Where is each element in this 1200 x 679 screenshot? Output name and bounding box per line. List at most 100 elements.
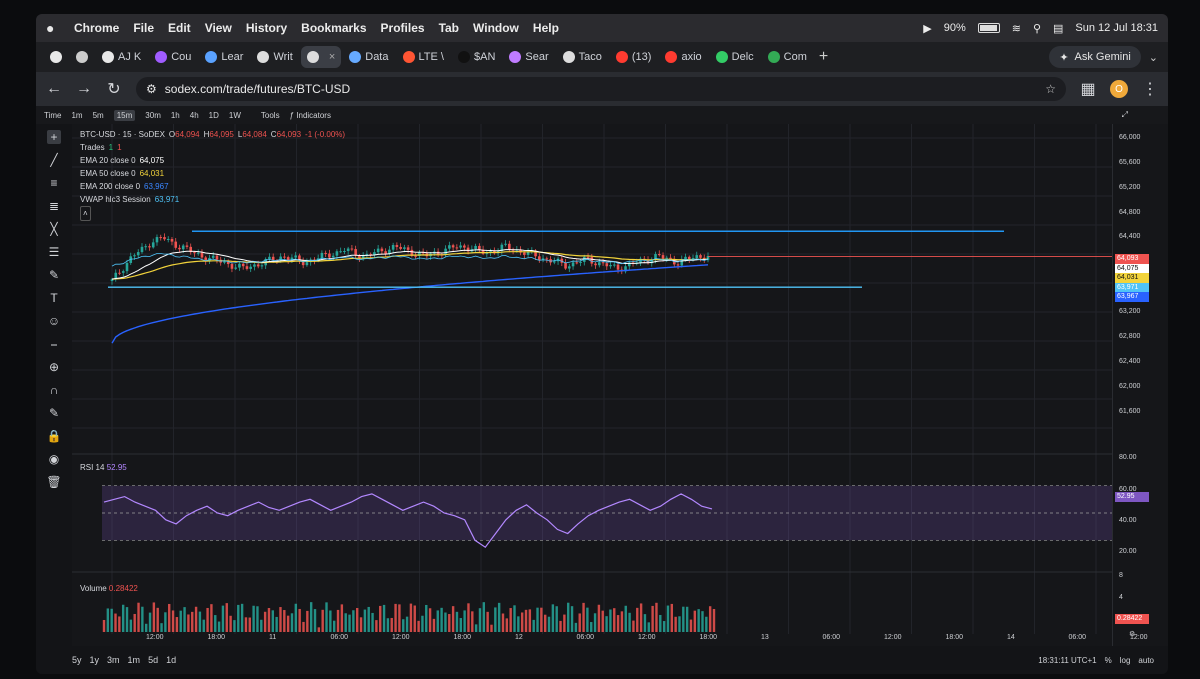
control-center-icon[interactable]: ▤ <box>1053 22 1063 35</box>
tab-7[interactable]: $AN <box>452 46 501 68</box>
range-5d[interactable]: 5d <box>148 655 158 665</box>
ask-gemini-button[interactable]: ✦ Ask Gemini <box>1049 46 1141 68</box>
tab-3[interactable]: Writ <box>251 46 298 68</box>
range-1y[interactable]: 1y <box>90 655 100 665</box>
range-1m[interactable]: 1m <box>128 655 141 665</box>
clock[interactable]: 18:31:11 UTC+1 <box>1038 656 1096 665</box>
magnet-icon[interactable]: ∩ <box>47 383 61 397</box>
volume-legend[interactable]: Volume 0.28422 <box>80 584 138 593</box>
menu-help[interactable]: Help <box>533 21 559 35</box>
battery-icon[interactable] <box>977 23 1000 33</box>
menu-bookmarks[interactable]: Bookmarks <box>301 21 366 35</box>
menu-edit[interactable]: Edit <box>168 21 191 35</box>
tf-15m[interactable]: 15m <box>113 109 136 121</box>
bookmark-star-icon[interactable]: ☆ <box>1045 82 1056 96</box>
time-axis[interactable]: 12:00 18:00 11 06:00 12:00 18:00 12 06:00 12:00 1… <box>72 632 1168 646</box>
tf-4h[interactable]: 4h <box>190 111 199 120</box>
site-info-icon[interactable]: ⚙ <box>146 82 157 96</box>
range-1d[interactable]: 1d <box>166 655 176 665</box>
url-field[interactable]: ⚙ sodex.com/trade/futures/BTC-USD ☆ <box>136 77 1066 101</box>
legend-ema50[interactable]: EMA 50 close 0 64,031 <box>80 167 345 180</box>
new-tab-icon[interactable]: + <box>819 48 828 66</box>
tab-0[interactable]: AJ K <box>96 46 147 68</box>
chart-area[interactable]: BTC-USD · 15 · SoDEX O64,094 H64,095 L64… <box>72 124 1112 654</box>
extensions-icon[interactable]: ▦ <box>1080 79 1096 99</box>
eye-icon[interactable]: ◉ <box>47 452 61 466</box>
trash-icon[interactable]: 🗑 <box>46 475 61 489</box>
tab-10[interactable]: (13) <box>610 46 658 68</box>
indicators-button[interactable]: ƒ Indicators <box>290 111 331 120</box>
legend-ema20[interactable]: EMA 20 close 0 64,075 <box>80 154 345 167</box>
lock-drawing-icon[interactable]: ✎ <box>47 406 61 420</box>
horizontal-lines-icon[interactable]: ≡ <box>47 176 61 190</box>
tf-1m[interactable]: 1m <box>71 111 82 120</box>
wifi-icon[interactable]: ≋ <box>1012 22 1021 35</box>
tab-1[interactable]: Cou <box>149 46 197 68</box>
tab-12[interactable]: Delc <box>710 46 760 68</box>
tab-2[interactable]: Lear <box>199 46 249 68</box>
tab-9[interactable]: Taco <box>557 46 608 68</box>
menu-app-name[interactable]: Chrome <box>74 21 119 35</box>
legend-collapse[interactable]: ˄ <box>80 206 345 221</box>
tab-4[interactable]: × <box>300 46 342 68</box>
log-toggle[interactable]: log <box>1120 656 1131 665</box>
legend-symbol[interactable]: BTC-USD · 15 · SoDEX <box>80 128 165 141</box>
chrome-menu-icon[interactable]: ⋮ <box>1142 79 1158 99</box>
fib-icon[interactable]: ☰ <box>47 245 61 259</box>
menu-profiles[interactable]: Profiles <box>381 21 425 35</box>
tab-circle[interactable] <box>70 46 94 68</box>
emoji-icon[interactable]: ☺ <box>47 314 61 328</box>
volume-bar <box>551 604 555 632</box>
search-icon[interactable]: ⚲ <box>1033 22 1041 35</box>
zoom-in-icon[interactable]: ⊕ <box>47 360 61 374</box>
tab-13[interactable]: Com <box>762 46 813 68</box>
legend-ema200[interactable]: EMA 200 close 0 63,967 <box>80 180 345 193</box>
range-3m[interactable]: 3m <box>107 655 120 665</box>
price-label: 66,000 <box>1119 134 1141 141</box>
profile-avatar[interactable]: O <box>1110 80 1128 98</box>
legend-trades[interactable]: Trades 1 1 <box>80 141 345 154</box>
menu-tab[interactable]: Tab <box>439 21 459 35</box>
auto-toggle[interactable]: auto <box>1138 656 1154 665</box>
ruler-icon[interactable]: ⎯ <box>47 337 61 351</box>
legend-vwap[interactable]: VWAP hlc3 Session 63,971 <box>80 193 345 206</box>
collapse-icon[interactable]: ˄ <box>80 206 91 221</box>
menu-file[interactable]: File <box>133 21 154 35</box>
brush-icon[interactable]: ✎ <box>47 268 61 282</box>
menu-window[interactable]: Window <box>473 21 519 35</box>
tab-11[interactable]: axio <box>659 46 707 68</box>
pitchfork-icon[interactable]: ≣ <box>47 199 61 213</box>
menu-view[interactable]: View <box>205 21 232 35</box>
percent-toggle[interactable]: % <box>1105 656 1112 665</box>
tf-5m[interactable]: 5m <box>93 111 104 120</box>
tab-8[interactable]: Sear <box>503 46 554 68</box>
pattern-icon[interactable]: ╳ <box>47 222 61 236</box>
volume-bar <box>563 614 566 632</box>
back-icon[interactable]: ← <box>46 80 62 98</box>
reload-icon[interactable]: ↻ <box>106 79 122 99</box>
tf-30m[interactable]: 30m <box>145 111 161 120</box>
tf-time[interactable]: Time <box>44 111 61 120</box>
lock-icon[interactable]: 🔒 <box>47 429 62 443</box>
fullscreen-icon[interactable]: ⤢ <box>1122 110 1128 120</box>
trend-line-icon[interactable]: ╱ <box>47 153 61 167</box>
apple-icon[interactable]: ● <box>46 20 64 36</box>
price-scale[interactable]: 66,000 65,600 65,200 64,800 64,400 63,200 62,8… <box>1112 124 1168 654</box>
range-5y[interactable]: 5y <box>72 655 82 665</box>
forward-icon[interactable]: → <box>76 80 92 98</box>
menubar-datetime[interactable]: Sun 12 Jul 18:31 <box>1075 22 1158 34</box>
tab-6[interactable]: LTE \ <box>397 46 450 68</box>
tab-github[interactable] <box>44 46 68 68</box>
tab-5[interactable]: Data <box>343 46 394 68</box>
tf-1h[interactable]: 1h <box>171 111 180 120</box>
crosshair-icon[interactable]: + <box>47 130 61 144</box>
tools-button[interactable]: Tools <box>261 111 280 120</box>
tab-list-chevron-icon[interactable]: ⌄ <box>1149 51 1158 64</box>
menu-history[interactable]: History <box>246 21 287 35</box>
tf-1w[interactable]: 1W <box>229 111 241 120</box>
tf-1d[interactable]: 1D <box>209 111 219 120</box>
text-icon[interactable]: T <box>47 291 61 305</box>
close-tab-icon[interactable]: × <box>329 51 335 63</box>
play-icon[interactable]: ▶ <box>923 22 931 35</box>
rsi-legend[interactable]: RSI 14 52.95 <box>80 463 127 472</box>
